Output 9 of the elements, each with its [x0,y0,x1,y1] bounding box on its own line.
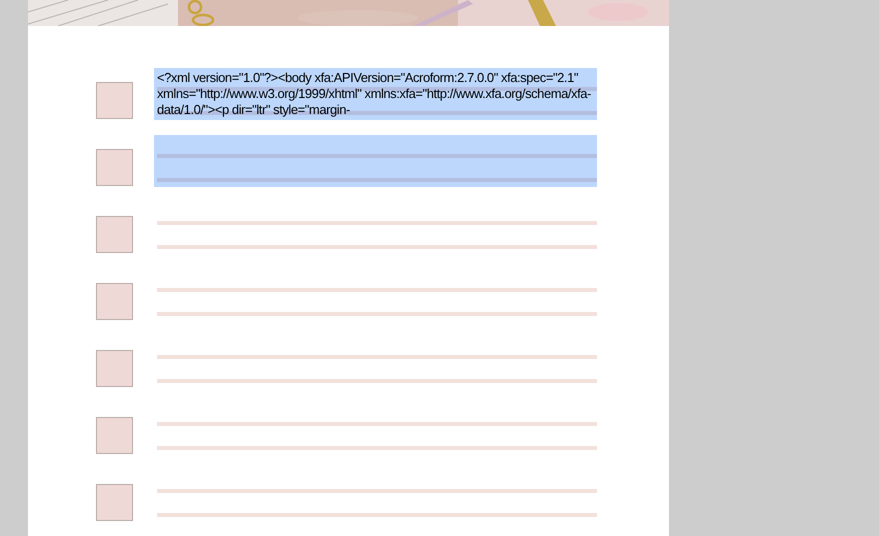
checkbox[interactable] [96,82,133,119]
checkbox[interactable] [96,149,133,186]
checkbox[interactable] [96,350,133,387]
input-field[interactable] [154,135,597,187]
input-field[interactable]: <?xml version="1.0"?><body xfa:APIVersion="Acroform:2.7.0.0" xfa:spec="2.1" xmlns="http://www.w3.org/1999/xhtml" xmlns:xfa="http://www.xfa.org/schema/xfa-data/1.0/"><p dir="ltr" style="margin- [154,68,597,120]
checkbox[interactable] [96,283,133,320]
checkbox[interactable] [96,484,133,521]
checkbox[interactable] [96,216,133,253]
checkbox[interactable] [96,417,133,454]
